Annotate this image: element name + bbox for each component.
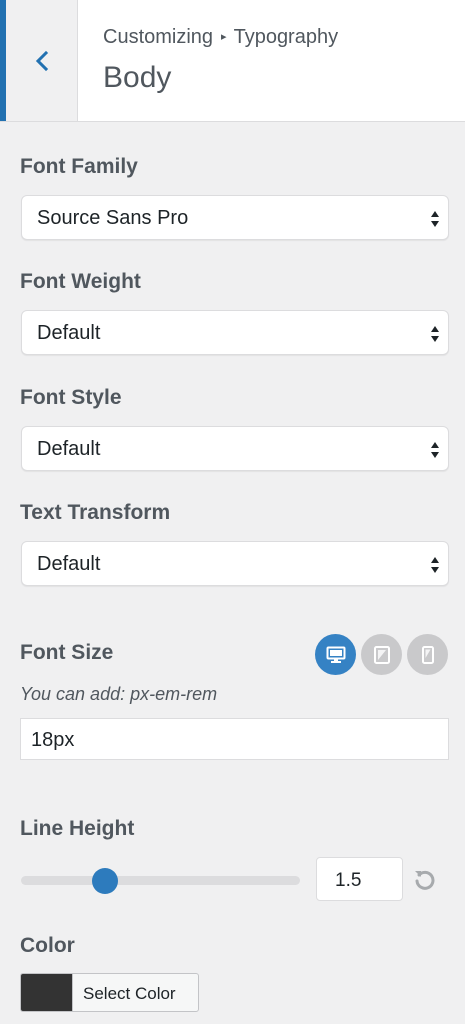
page-title: Body <box>103 61 172 94</box>
breadcrumb-current: Typography <box>233 26 339 48</box>
font-size-value: 18px <box>31 729 75 751</box>
font-weight-select[interactable]: Default <box>21 310 449 355</box>
mobile-icon <box>421 645 434 664</box>
breadcrumb-separator: ▸ <box>221 31 227 43</box>
font-style-select[interactable]: Default <box>21 426 449 471</box>
text-transform-label: Text Transform <box>20 501 171 524</box>
breadcrumb-parent: Customizing <box>103 26 214 48</box>
text-transform-select[interactable]: Default <box>21 541 449 586</box>
font-family-value: Source Sans Pro <box>37 207 189 229</box>
line-height-value: 1.5 <box>335 870 362 891</box>
customizer-header: Customizing ▸ Typography Body <box>0 0 465 122</box>
line-height-slider-handle[interactable] <box>91 868 118 894</box>
reset-icon <box>415 870 435 890</box>
text-transform-value: Default <box>37 553 101 575</box>
font-weight-label: Font Weight <box>20 270 141 293</box>
color-swatch <box>21 974 73 1011</box>
select-arrows-icon <box>431 326 439 342</box>
line-height-label: Line Height <box>20 817 135 840</box>
tablet-icon <box>373 645 390 664</box>
line-height-reset-button[interactable] <box>412 867 438 898</box>
color-label: Color <box>20 934 75 957</box>
font-family-label: Font Family <box>20 155 138 178</box>
select-color-button[interactable]: Select Color <box>20 973 199 1012</box>
device-desktop-button[interactable] <box>315 634 356 675</box>
line-height-input[interactable]: 1.5 <box>316 857 403 901</box>
device-tablet-button[interactable] <box>361 634 402 675</box>
line-height-slider-track[interactable] <box>21 876 300 885</box>
font-family-select[interactable]: Source Sans Pro <box>21 195 449 240</box>
font-size-label: Font Size <box>20 641 114 664</box>
device-mobile-button[interactable] <box>407 634 448 675</box>
back-button[interactable] <box>0 0 78 121</box>
font-style-value: Default <box>37 438 101 460</box>
chevron-left-icon <box>35 50 48 71</box>
desktop-icon <box>326 646 345 663</box>
font-size-input[interactable]: 18px <box>20 718 449 760</box>
select-arrows-icon <box>431 211 439 227</box>
select-color-label: Select Color <box>83 984 176 1003</box>
font-weight-value: Default <box>37 322 101 344</box>
select-arrows-icon <box>431 557 439 573</box>
select-arrows-icon <box>431 442 439 458</box>
breadcrumb: Customizing ▸ Typography <box>103 26 338 49</box>
font-style-label: Font Style <box>20 386 122 409</box>
font-size-hint: You can add: px-em-rem <box>20 684 218 704</box>
